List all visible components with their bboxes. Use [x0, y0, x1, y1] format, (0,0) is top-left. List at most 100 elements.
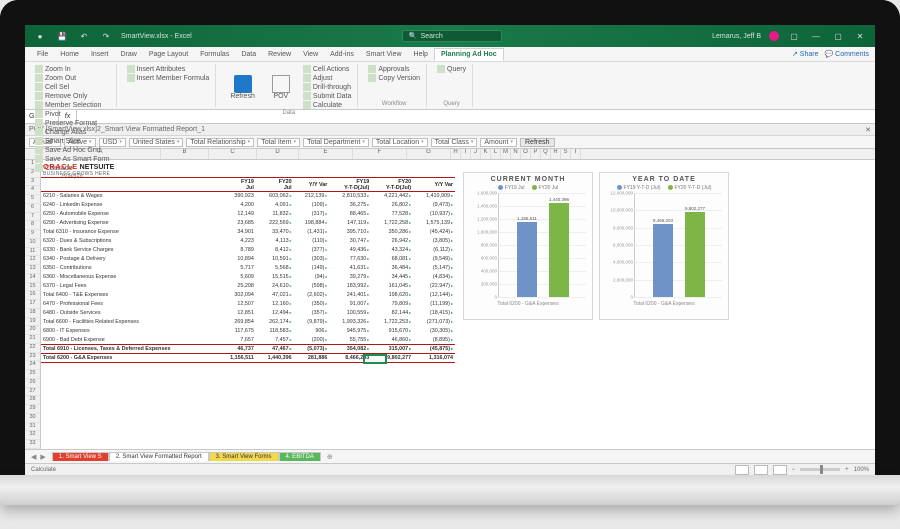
row-header-14[interactable]: 14 — [25, 274, 41, 283]
pov-total-department[interactable]: Total Department — [303, 138, 369, 147]
col-header-H[interactable]: H — [451, 149, 461, 159]
ribbon-zoom-in[interactable]: Zoom In — [33, 65, 112, 73]
row-header-33[interactable]: 33 — [25, 440, 41, 449]
col-header-C[interactable]: C — [209, 149, 257, 159]
sheet-tab[interactable]: 3. Smart View Forms — [209, 452, 279, 461]
ribbon-tab-file[interactable]: File — [31, 49, 54, 60]
col-header-R[interactable]: R — [551, 149, 561, 159]
ribbon-drill-through[interactable]: Drill-through — [301, 83, 354, 91]
search-box[interactable]: 🔍 Search — [402, 30, 502, 42]
sheet-tab[interactable]: 2. Smart View Formatted Report — [109, 452, 209, 461]
view-normal-icon[interactable] — [735, 465, 749, 475]
ribbon-tab-add-ins[interactable]: Add-ins — [324, 49, 360, 60]
table-row[interactable]: Total 6600 - Facilities Related Expenses… — [41, 318, 455, 327]
table-row[interactable]: 6370 - Legal Fees25,20824,610▸(598)▸183,… — [41, 282, 455, 291]
table-row[interactable]: 6250 - Automobile Expense12,14911,832▸(3… — [41, 210, 455, 219]
ribbon-insert-attributes[interactable]: Insert Attributes — [125, 65, 212, 73]
col-header-N[interactable]: N — [511, 149, 521, 159]
row-header-21[interactable]: 21 — [25, 335, 41, 344]
ribbon-tab-view[interactable]: View — [297, 49, 324, 60]
ribbon-insert-member-formula[interactable]: Insert Member Formula — [125, 74, 212, 82]
pov-total-item[interactable]: Total Item — [257, 138, 300, 147]
ribbon-approvals[interactable]: Approvals — [366, 65, 422, 73]
table-row[interactable]: 6800 - IT Expenses117,675118,583▸906▸945… — [41, 327, 455, 336]
col-header-M[interactable]: M — [501, 149, 511, 159]
row-header-6[interactable]: 6 — [25, 204, 41, 213]
ribbon-tab-planning-ad-hoc[interactable]: Planning Ad Hoc — [434, 48, 504, 61]
row-header-25[interactable]: 25 — [25, 370, 41, 379]
table-row[interactable]: 6900 - Bad Debt Expense7,6577,457▸(200)▸… — [41, 336, 455, 345]
user-name[interactable]: Lemarus, Jeff B — [712, 33, 761, 40]
pov-total-class[interactable]: Total Class — [431, 138, 478, 147]
col-header-K[interactable]: K — [481, 149, 491, 159]
table-row[interactable]: Total 6910 - Licenses, Taxes & Deferred … — [41, 345, 455, 354]
table-row[interactable]: 6320 - Dues & Subscriptions4,2234,113▸(1… — [41, 237, 455, 246]
col-header-T[interactable]: T — [571, 149, 581, 159]
ribbon-cell-actions[interactable]: Cell Actions — [301, 65, 354, 73]
formula-input[interactable] — [77, 110, 875, 123]
ribbon-smart-slice[interactable]: Smart Slice — [33, 137, 112, 145]
ribbon-tab-page-layout[interactable]: Page Layout — [143, 49, 194, 60]
pov-total-location[interactable]: Total Location — [372, 138, 428, 147]
row-header-24[interactable]: 24 — [25, 361, 41, 370]
col-header-S[interactable]: S — [561, 149, 571, 159]
ribbon-tab-help[interactable]: Help — [408, 49, 434, 60]
ribbon-preserve-format[interactable]: Preserve Format — [33, 119, 112, 127]
ribbon-tab-smart-view[interactable]: Smart View — [360, 49, 408, 60]
row-header-30[interactable]: 30 — [25, 414, 41, 423]
table-row[interactable]: 6350 - Contributions5,7175,568▸(149)▸41,… — [41, 264, 455, 273]
pov-button[interactable]: POV — [266, 65, 296, 109]
row-header-4[interactable]: 4 — [25, 186, 41, 195]
ribbon-submit-data[interactable]: Submit Data — [301, 92, 354, 100]
row-header-23[interactable]: 23 — [25, 353, 41, 362]
row-header-13[interactable]: 13 — [25, 265, 41, 274]
ribbon-tab-insert[interactable]: Insert — [85, 49, 115, 60]
ribbon-remove-only[interactable]: Remove Only — [33, 92, 112, 100]
ribbon-tab-review[interactable]: Review — [262, 49, 297, 60]
row-header-12[interactable]: 12 — [25, 256, 41, 265]
sheet-tab[interactable]: 4. EBITDA — [279, 452, 321, 461]
ribbon-member-selection[interactable]: Member Selection — [33, 101, 112, 109]
row-header-5[interactable]: 5 — [25, 195, 41, 204]
row-header-26[interactable]: 26 — [25, 379, 41, 388]
pov-amount[interactable]: Amount — [480, 138, 517, 147]
col-header-Q[interactable]: Q — [541, 149, 551, 159]
comments-button[interactable]: 💬 Comments — [824, 50, 869, 58]
zoom-out-icon[interactable]: − — [792, 467, 796, 473]
add-sheet-button[interactable]: ⊕ — [321, 453, 339, 461]
user-avatar[interactable] — [769, 31, 779, 41]
tab-nav-next[interactable]: ▶ — [40, 453, 45, 461]
minimize-icon[interactable]: — — [809, 29, 823, 43]
col-header-P[interactable]: P — [531, 149, 541, 159]
row-header-20[interactable]: 20 — [25, 326, 41, 335]
col-header-I[interactable]: I — [461, 149, 471, 159]
row-header-19[interactable]: 19 — [25, 318, 41, 327]
ribbon-tab-formulas[interactable]: Formulas — [194, 49, 235, 60]
row-header-32[interactable]: 32 — [25, 431, 41, 440]
pov-refresh-button[interactable]: Refresh — [520, 138, 555, 147]
table-row[interactable]: 6470 - Professional Fees12,50712,160▸(35… — [41, 300, 455, 309]
row-header-27[interactable]: 27 — [25, 388, 41, 397]
ribbon-calculate[interactable]: Calculate — [301, 101, 354, 109]
row-header-28[interactable]: 28 — [25, 396, 41, 405]
ribbon-tab-home[interactable]: Home — [54, 49, 85, 60]
row-header-29[interactable]: 29 — [25, 405, 41, 414]
ribbon-copy-version[interactable]: Copy Version — [366, 74, 422, 82]
col-header-L[interactable]: L — [491, 149, 501, 159]
table-row[interactable]: 6360 - Miscellaneous Expense5,60915,515▸… — [41, 273, 455, 282]
close-icon[interactable]: ✕ — [853, 29, 867, 43]
col-header-O[interactable]: O — [521, 149, 531, 159]
tab-nav-prev[interactable]: ◀ — [31, 453, 36, 461]
redo-icon[interactable]: ↷ — [99, 29, 113, 43]
col-header-F[interactable]: F — [353, 149, 407, 159]
ribbon-pivot[interactable]: Pivot — [33, 110, 112, 118]
refresh-button[interactable]: Refresh — [224, 65, 261, 109]
row-header-7[interactable]: 7 — [25, 213, 41, 222]
autosave-toggle[interactable]: ● — [33, 29, 47, 43]
ribbon-query[interactable]: Query — [435, 65, 468, 73]
cells-area[interactable]: ORACLE NETSUITE BUSINESS GROWS HERE FY19… — [41, 160, 875, 449]
table-row[interactable]: 6340 - Postage & Delivery10,89410,591▸(3… — [41, 255, 455, 264]
col-header-D[interactable]: D — [257, 149, 299, 159]
table-row[interactable]: Total 6200 - G&A Expenses1,156,5111,440,… — [41, 354, 455, 363]
table-row[interactable]: 6240 - Linkedin Expense4,2004,091▸(109)▸… — [41, 201, 455, 210]
